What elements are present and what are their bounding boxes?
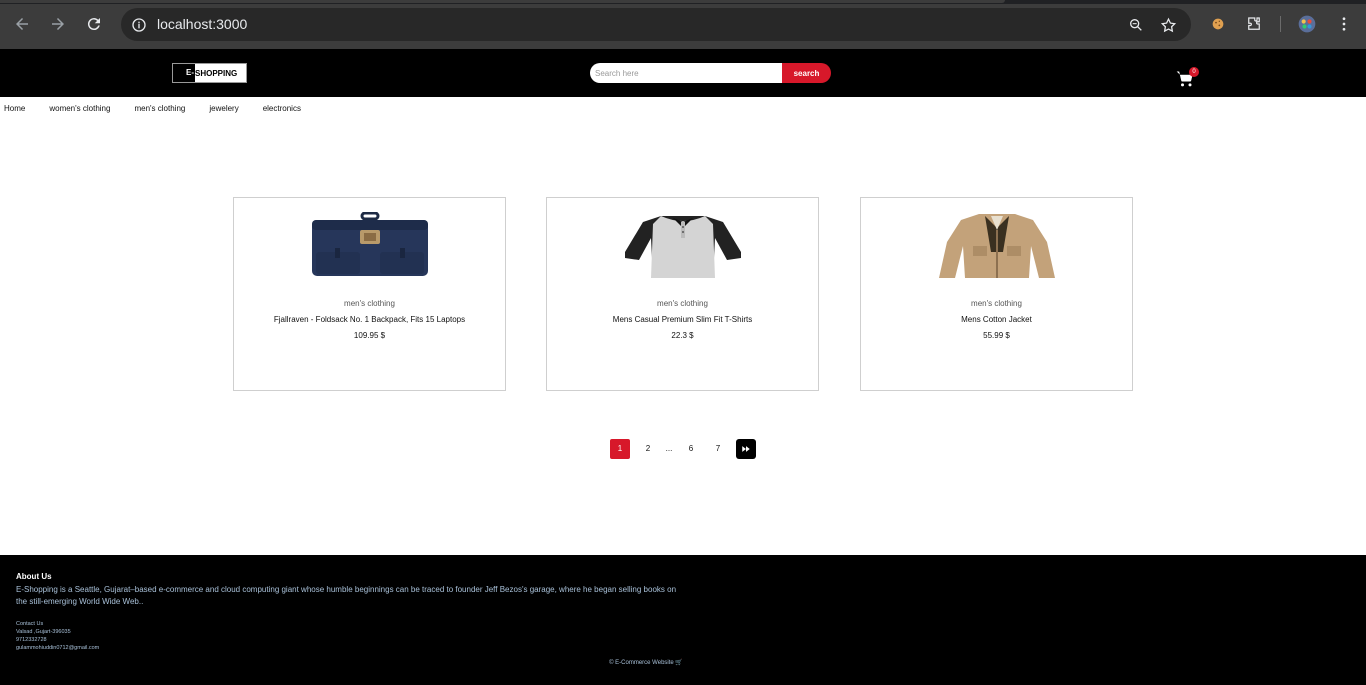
contact-heading: Contact Us [16,621,44,627]
product-title[interactable]: Mens Cotton Jacket [861,315,1132,324]
product-price: 109.95 $ [353,331,386,340]
backpack-image[interactable] [234,212,505,282]
site-header: E- SHOPPING search [0,49,1366,97]
product-title[interactable]: Mens Casual Premium Slim Fit T-Shirts [547,315,818,324]
contact-block: Contact Us Valsad ,Gujart-396035 9712332… [16,620,99,652]
search-button[interactable]: search [782,63,831,83]
page-button-6[interactable]: 6 [681,439,701,459]
product-card[interactable]: men's clothing Fjallraven - Foldsack No.… [233,197,506,391]
bookmark-star-icon[interactable] [1159,16,1177,34]
address-bar[interactable]: localhost:3000 [121,8,1191,41]
nav-item-home[interactable]: Home [4,104,25,118]
nav-item-mens-clothing[interactable]: men's clothing [134,104,185,118]
cookie-extension-icon[interactable] [1208,14,1228,34]
page-button-1[interactable]: 1 [610,439,630,459]
about-heading: About Us [16,572,52,581]
product-category: men's clothing [657,299,708,308]
logo-text: SHOPPING [195,68,238,78]
reload-button[interactable] [83,13,105,35]
tab-strip [0,0,1366,4]
url-text[interactable]: localhost:3000 [157,16,247,32]
reload-icon [87,18,100,31]
nav-item-jewelery[interactable]: jewelery [209,104,238,118]
contact-address: Valsad ,Gujart-396035 [16,629,71,635]
page-button-2[interactable]: 2 [638,439,658,459]
category-nav: Home women's clothing men's clothing jew… [0,104,301,118]
product-category: men's clothing [344,299,395,308]
page-ellipsis: ... [665,444,673,453]
menu-kebab-icon[interactable] [1334,14,1354,34]
logo-e: E- [173,64,195,82]
toolbar-divider [1280,16,1281,32]
nav-item-womens-clothing[interactable]: women's clothing [49,104,110,118]
next-page-button[interactable] [736,439,756,459]
nav-item-electronics[interactable]: electronics [263,104,301,118]
profile-avatar-icon[interactable] [1297,14,1317,34]
cart-count-badge: 0 [1189,67,1199,77]
product-card[interactable]: men's clothing Mens Cotton Jacket 55.99 … [860,197,1133,391]
copyright-text: © E-Commerce Website 🛒 [609,660,683,666]
contact-email[interactable]: gulammohiuddin0712@gmail.com [16,644,99,652]
browser-chrome: localhost:3000 [0,0,1366,49]
site-logo[interactable]: E- SHOPPING [172,63,247,83]
jacket-image[interactable] [861,212,1132,282]
product-price: 55.99 $ [983,331,1010,340]
about-text: E-Shopping is a Seattle, Gujarat–based e… [16,585,677,606]
back-button[interactable] [11,13,33,35]
extensions-puzzle-icon[interactable] [1244,14,1264,34]
site-footer: About Us E-Shopping is a Seattle, Gujara… [0,555,1366,685]
contact-phone: 9712332728 [16,637,47,643]
page-button-7[interactable]: 7 [708,439,728,459]
site-info-icon[interactable] [129,15,148,34]
zoom-icon[interactable] [1127,16,1145,34]
forward-arrow-icon [52,18,64,30]
fast-forward-icon [742,446,750,452]
back-arrow-icon [16,18,28,30]
product-price: 22.3 $ [671,331,694,340]
product-category: men's clothing [971,299,1022,308]
product-card[interactable]: men's clothing Mens Casual Premium Slim … [546,197,819,391]
search-input[interactable] [590,63,782,83]
tshirt-image[interactable] [547,212,818,282]
forward-button[interactable] [47,13,69,35]
product-title[interactable]: Fjallraven - Foldsack No. 1 Backpack, Fi… [234,315,505,324]
search-form: search [590,63,831,83]
active-tab-edge [0,0,1005,3]
